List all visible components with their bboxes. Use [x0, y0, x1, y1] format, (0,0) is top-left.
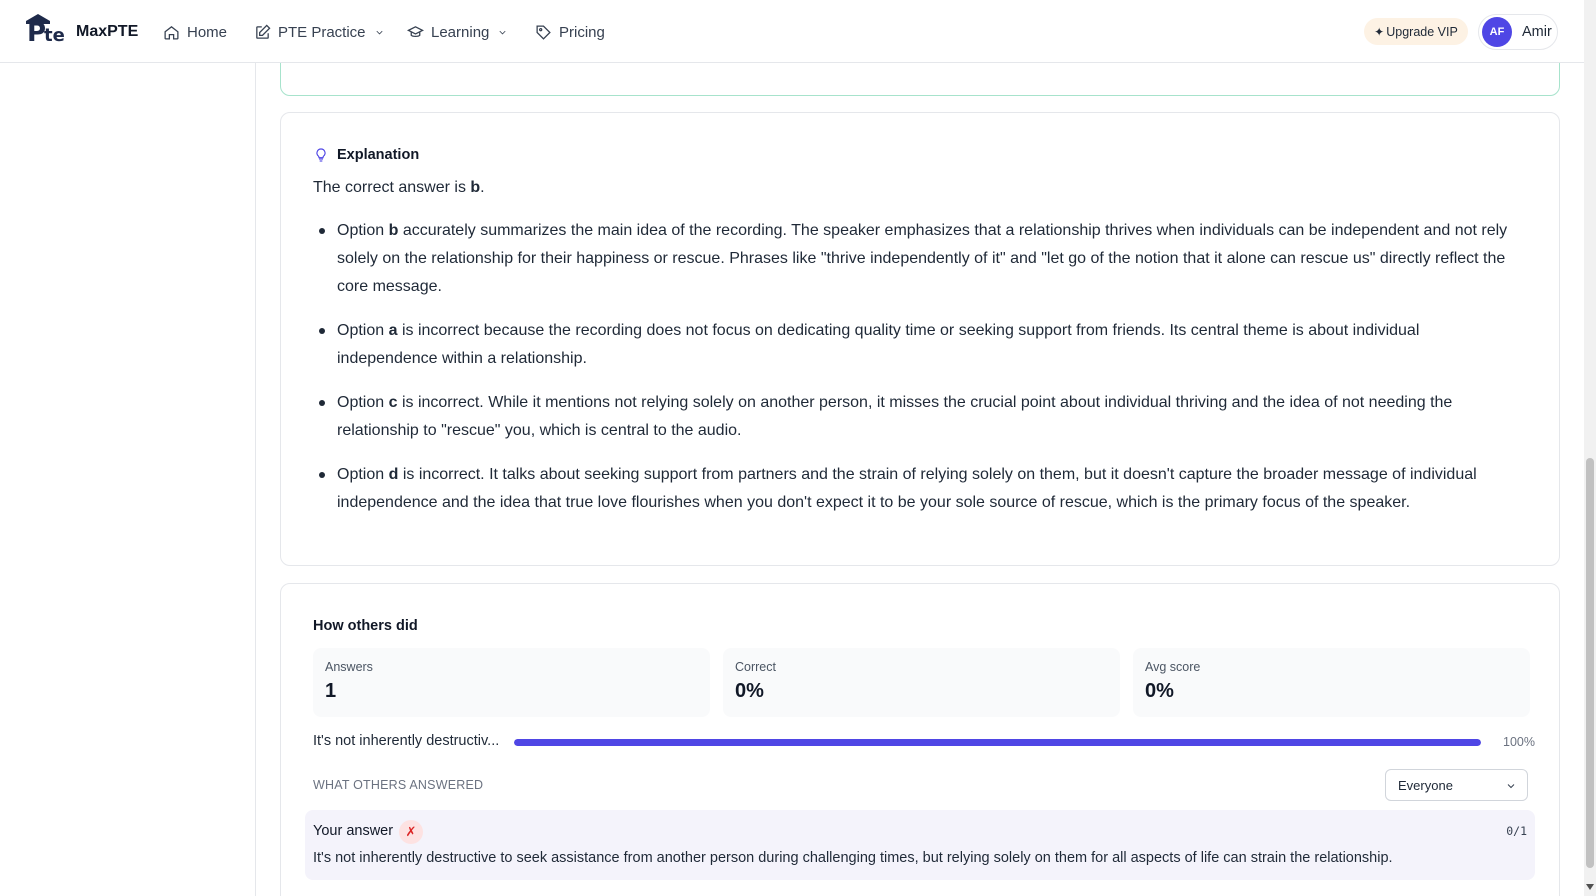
explanation-item: Option d is incorrect. It talks about se… [313, 461, 1523, 517]
stats-title: How others did [313, 618, 418, 634]
audience-filter-value: Everyone [1398, 777, 1453, 793]
distribution-answer-label: It's not inherently destructiv... [313, 733, 500, 749]
nav-learning-label: Learning [431, 23, 490, 41]
stat-correct: Correct 0% [723, 648, 1120, 717]
item-prefix: Option [337, 466, 389, 483]
community-stats-card: How others did Answers 1 Correct 0% Avg … [280, 583, 1560, 896]
lead-prefix: The correct answer is [313, 179, 471, 196]
chevron-down-icon [499, 30, 506, 34]
stat-avg-score-label: Avg score [1145, 660, 1201, 674]
item-text: is incorrect. It talks about seeking sup… [337, 466, 1477, 511]
chevron-down-icon [1507, 784, 1515, 789]
item-text: is incorrect because the recording does … [337, 322, 1420, 367]
top-navbar: Pte MaxPTE Home PTE Practice Learning Pr… [0, 0, 1584, 63]
edit-icon [256, 24, 271, 39]
page-scrollbar[interactable] [1584, 0, 1596, 896]
explanation-list: Option b accurately summarizes the main … [313, 217, 1523, 533]
item-prefix: Option [337, 222, 389, 239]
correct-option: b [470, 179, 481, 196]
your-answer-box: Your answer ✗ 0/1 It's not inherently de… [305, 810, 1535, 880]
tag-icon [536, 24, 551, 40]
user-menu[interactable]: AF Amir [1478, 14, 1558, 50]
your-answer-title: Your answer [313, 823, 394, 839]
item-text: accurately summarizes the main idea of t… [337, 222, 1508, 295]
chevron-down-icon [375, 30, 383, 34]
what-others-answered-label: WHAT OTHERS ANSWERED [313, 778, 484, 792]
nav-home-label: Home [187, 23, 228, 41]
sidebar-divider [255, 63, 256, 896]
pte-logo-icon: Pte [24, 14, 70, 50]
stat-answers: Answers 1 [313, 648, 710, 717]
distribution-percent: 100% [1503, 735, 1535, 749]
avatar: AF [1482, 17, 1512, 47]
your-answer-text: It's not inherently destructive to seek … [313, 850, 1393, 866]
item-text: is incorrect. While it mentions not rely… [337, 394, 1453, 439]
item-prefix: Option [337, 394, 389, 411]
audience-filter-select[interactable]: Everyone [1385, 769, 1528, 801]
stat-correct-value: 0% [735, 680, 764, 702]
distribution-bar-fill [514, 739, 1481, 746]
stat-avg-score-value: 0% [1145, 680, 1174, 702]
nav-pte-practice-label: PTE Practice [278, 23, 366, 41]
explanation-item: Option c is incorrect. While it mentions… [313, 389, 1523, 445]
username: Amir [1522, 24, 1552, 40]
brand-logo[interactable]: Pte MaxPTE [24, 14, 138, 50]
upgrade-vip-button[interactable]: ✦ Upgrade VIP [1364, 18, 1468, 45]
stat-answers-value: 1 [325, 680, 337, 702]
item-option: d [388, 466, 399, 483]
nav-learning[interactable]: Learning [407, 20, 508, 44]
stat-avg-score: Avg score 0% [1133, 648, 1530, 717]
home-icon [164, 25, 179, 40]
explanation-item: Option a is incorrect because the record… [313, 317, 1523, 373]
item-option: b [388, 222, 399, 239]
lightbulb-icon [316, 148, 326, 162]
nav-pte-practice[interactable]: PTE Practice [254, 20, 385, 44]
scroll-down-arrow-icon[interactable] [1586, 884, 1594, 890]
explanation-item: Option b accurately summarizes the main … [313, 217, 1523, 301]
incorrect-icon: ✗ [399, 820, 423, 844]
item-prefix: Option [337, 322, 389, 339]
stat-answers-label: Answers [325, 660, 373, 674]
nav-pricing[interactable]: Pricing [535, 20, 605, 44]
sparkle-icon: ✦ [1374, 24, 1385, 39]
stat-correct-label: Correct [735, 660, 776, 674]
graduation-cap-icon [407, 25, 424, 37]
lead-suffix: . [480, 179, 485, 196]
nav-pricing-label: Pricing [559, 23, 605, 41]
scrollbar-thumb[interactable] [1586, 458, 1594, 868]
item-option: c [388, 394, 398, 411]
brand-name: MaxPTE [76, 23, 139, 40]
nav-home[interactable]: Home [163, 20, 227, 44]
upgrade-vip-label: Upgrade VIP [1386, 24, 1458, 39]
your-answer-score: 0/1 [1506, 824, 1527, 838]
explanation-header: Explanation [313, 147, 419, 163]
correct-answer-statement: The correct answer is b. [313, 179, 485, 197]
distribution-bar [514, 739, 1481, 746]
item-option: a [388, 322, 398, 339]
explanation-title: Explanation [337, 147, 420, 163]
explanation-card: Explanation The correct answer is b. Opt… [280, 112, 1560, 566]
